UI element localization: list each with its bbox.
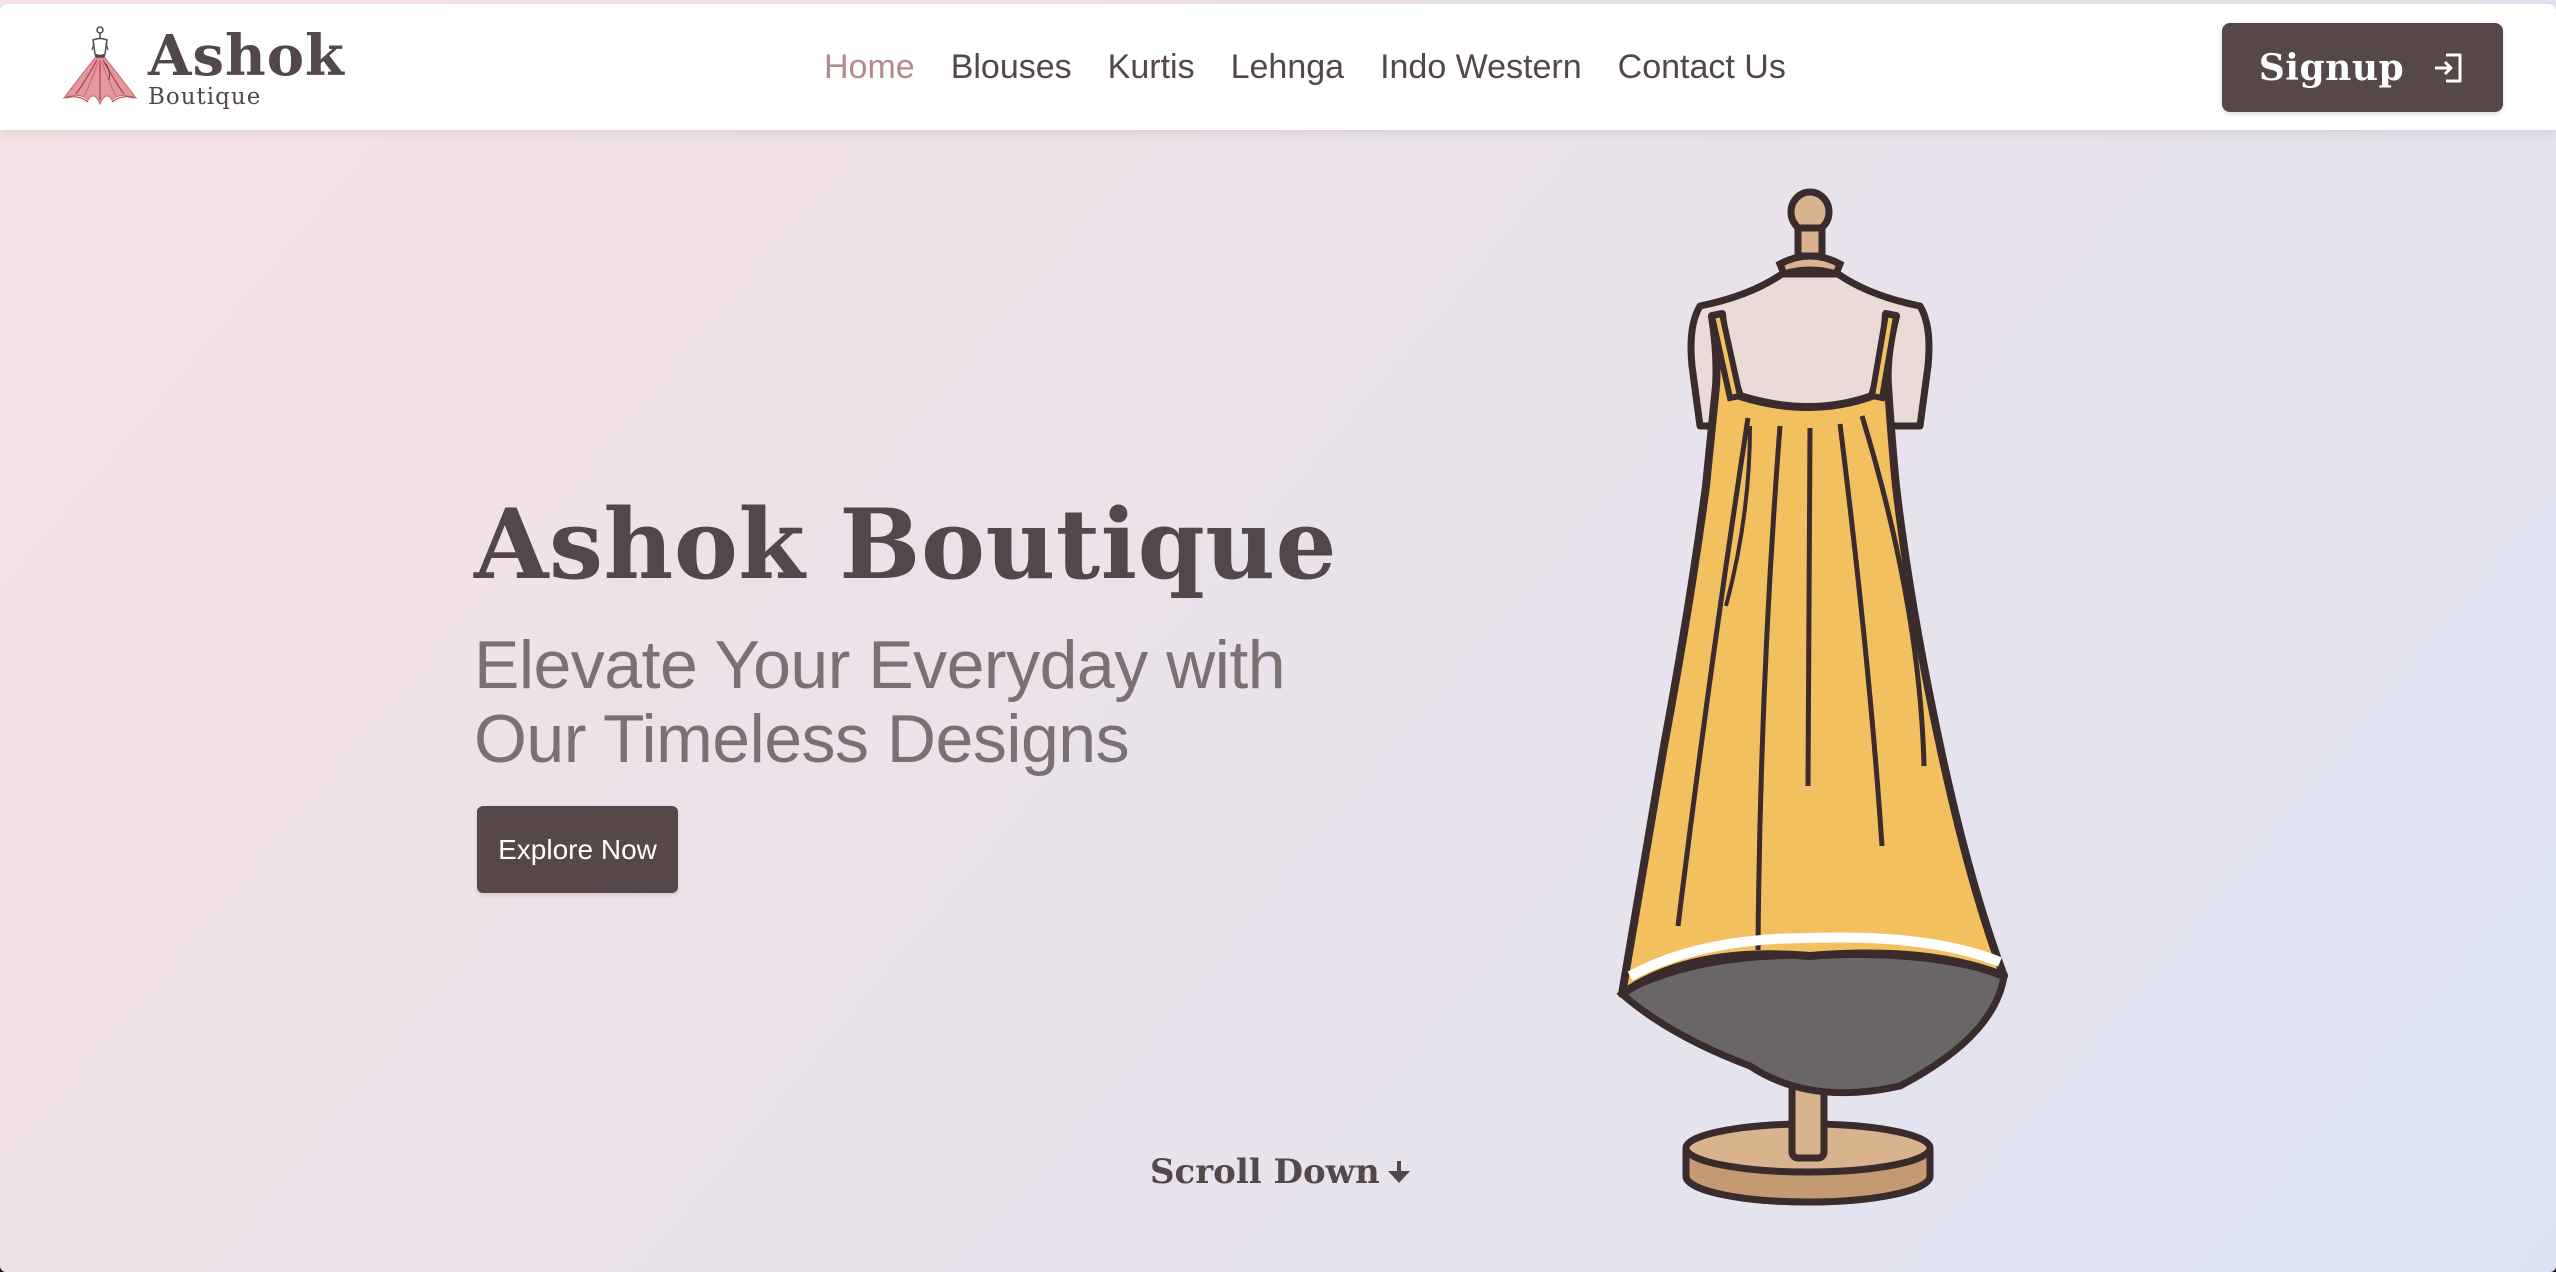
signup-button[interactable]: Signup <box>2222 23 2503 112</box>
page: Ashok Boutique Home Blouses Kurtis Lehng… <box>0 0 2556 1272</box>
scroll-down-label: Scroll Down <box>1150 1152 1380 1192</box>
scroll-down-link[interactable]: Scroll Down <box>1150 1148 1414 1196</box>
hero-subtitle: Elevate Your Everyday with Our Timeless … <box>474 627 1286 777</box>
brand-logo-link[interactable]: Ashok Boutique <box>58 24 345 114</box>
navbar: Ashok Boutique Home Blouses Kurtis Lehng… <box>0 4 2556 130</box>
nav-link-indo-western[interactable]: Indo Western <box>1362 48 1600 87</box>
explore-now-button[interactable]: Explore Now <box>477 806 678 893</box>
brand-name: Ashok <box>148 23 345 89</box>
dress-logo-icon <box>62 26 138 106</box>
sign-in-icon <box>2435 53 2462 82</box>
nav-link-kurtis[interactable]: Kurtis <box>1090 48 1213 87</box>
main-nav: Home Blouses Kurtis Lehnga Indo Western … <box>806 4 1804 130</box>
dress-on-mannequin-image <box>1616 188 2008 1206</box>
nav-link-blouses[interactable]: Blouses <box>933 48 1090 87</box>
nav-link-lehnga[interactable]: Lehnga <box>1213 48 1362 87</box>
hero-title: Ashok Boutique <box>474 488 1338 601</box>
arrow-down-icon <box>1387 1161 1410 1183</box>
signup-button-label: Signup <box>2258 46 2405 89</box>
nav-link-home[interactable]: Home <box>806 48 933 87</box>
nav-link-contact-us[interactable]: Contact Us <box>1600 48 1804 87</box>
